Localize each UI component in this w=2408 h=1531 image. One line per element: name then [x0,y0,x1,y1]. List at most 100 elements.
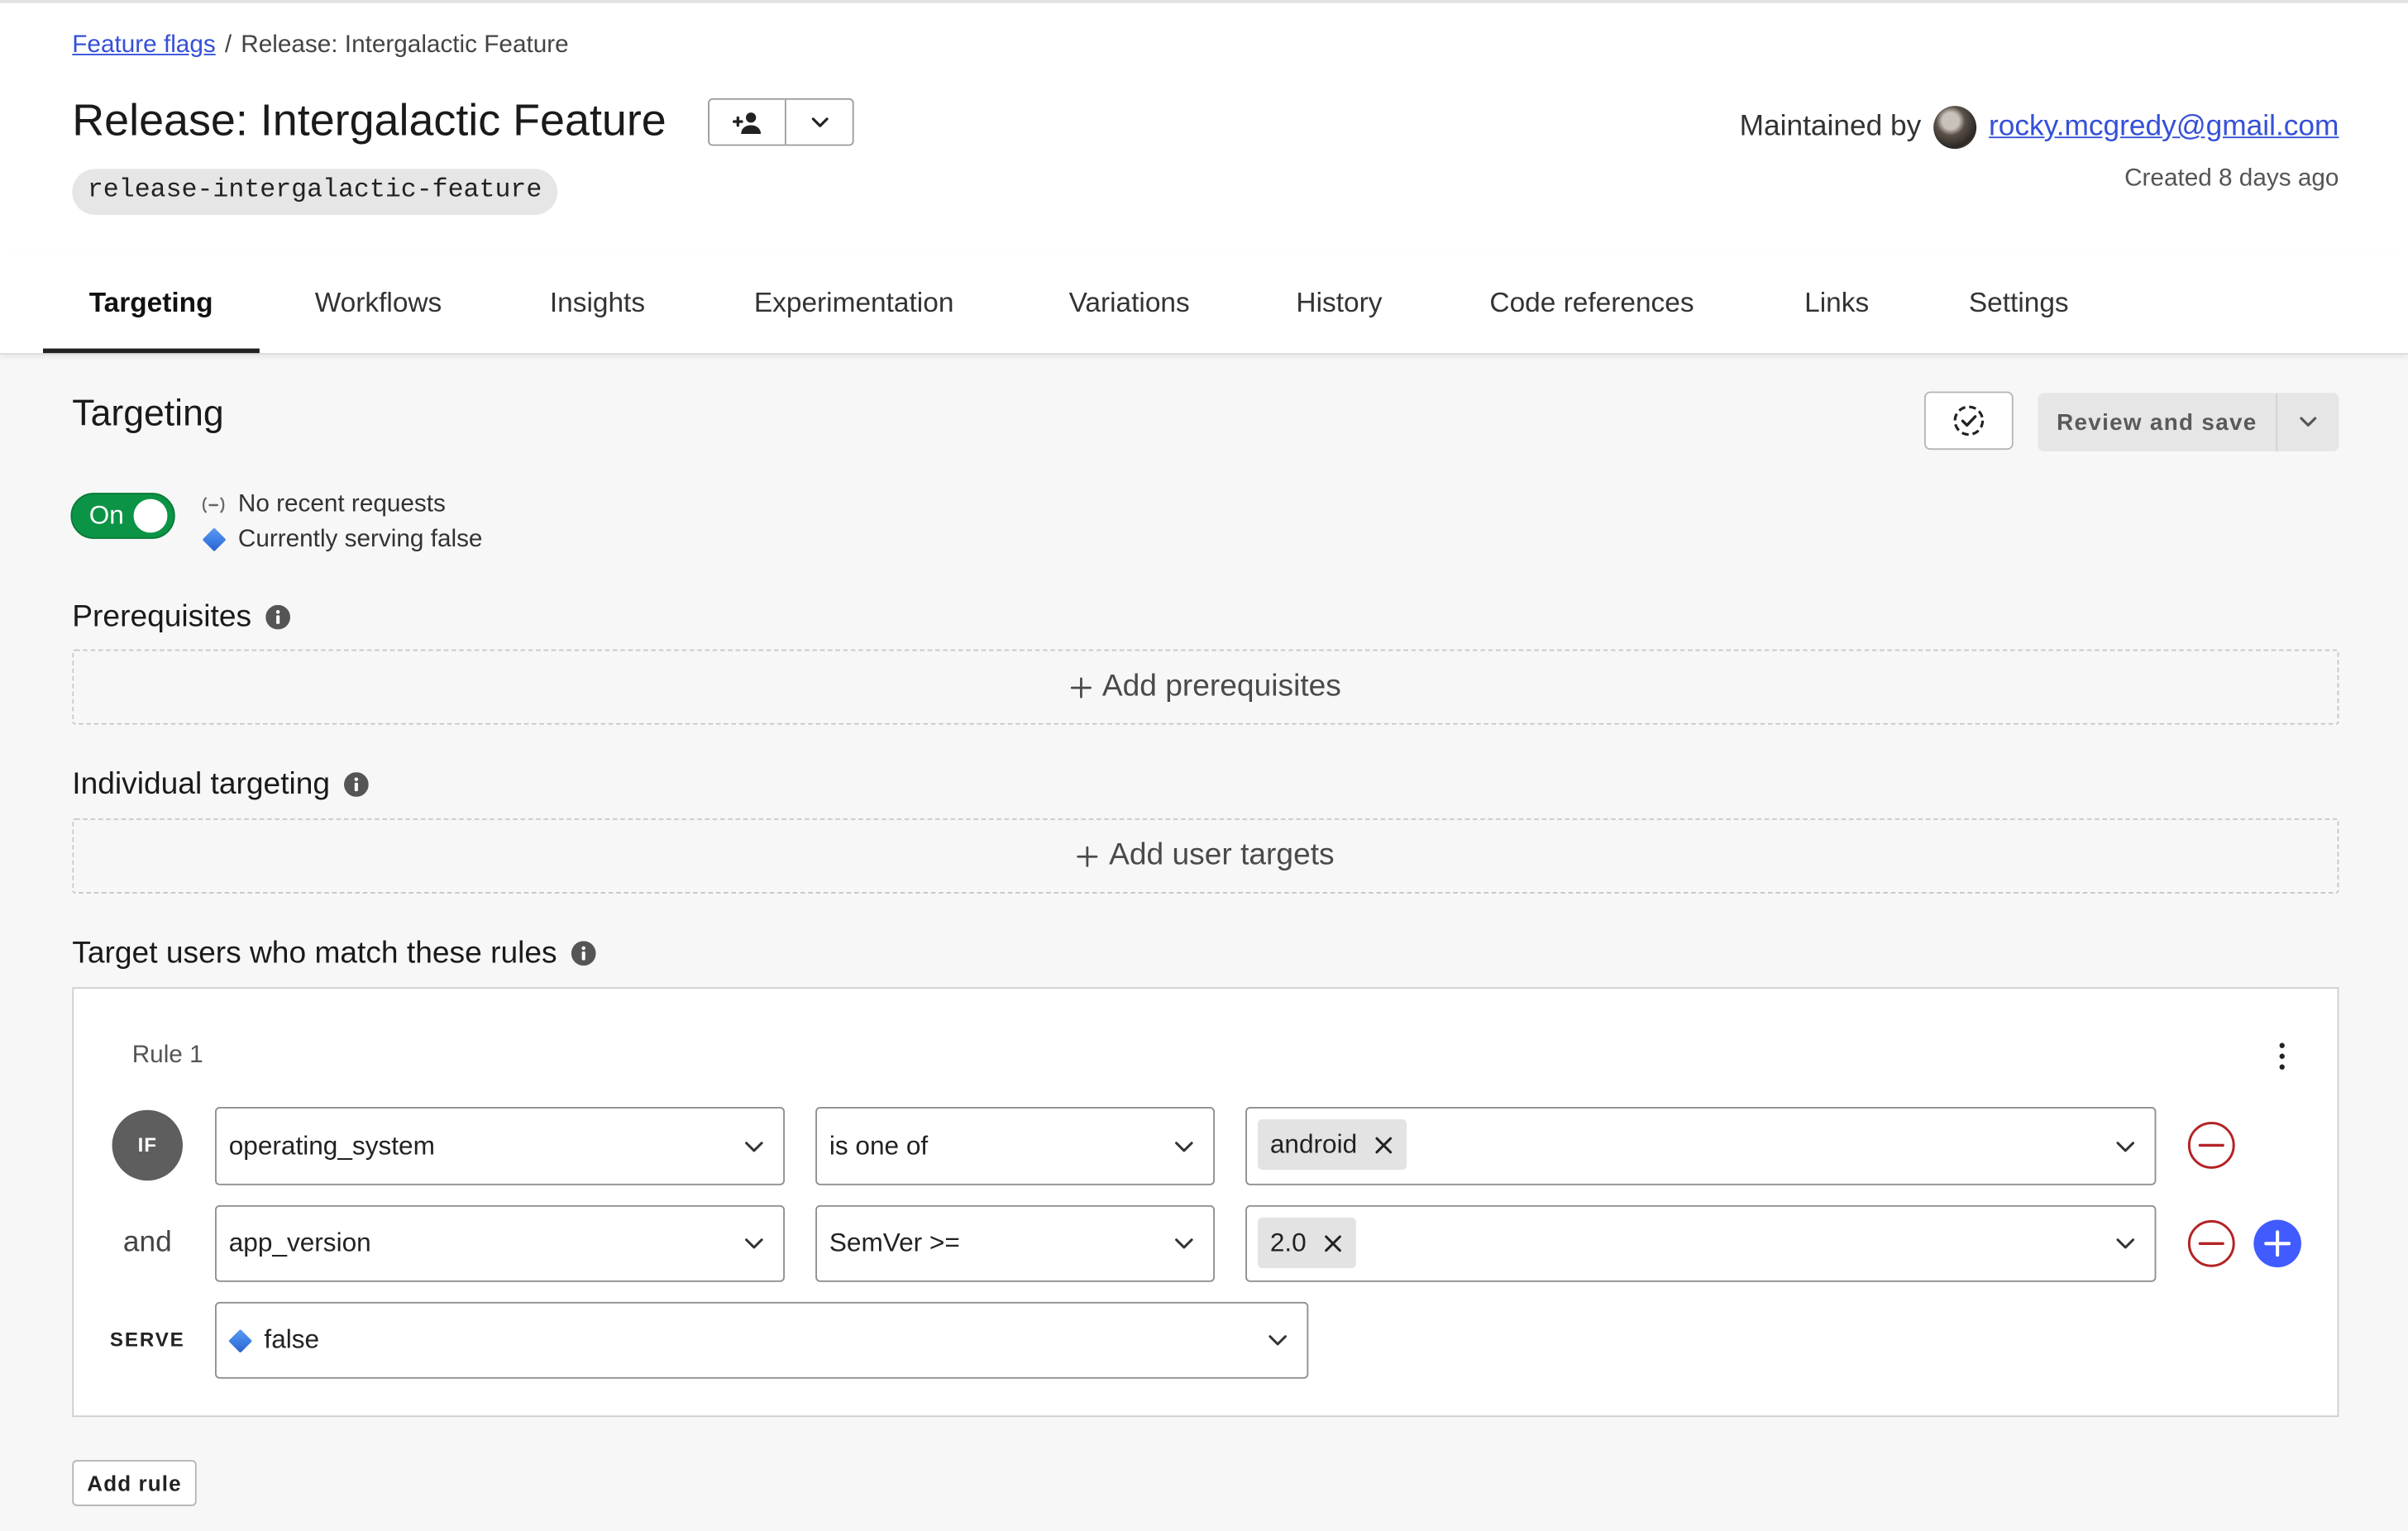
flag-key[interactable]: release-intergalactic-feature [72,169,557,215]
tab-targeting[interactable]: Targeting [42,253,259,354]
chevron-down-icon [1173,1135,1195,1157]
prerequisites-heading: Prerequisites [72,599,290,636]
tab-bar: Targeting Workflows Insights Experimenta… [0,253,2408,355]
minus-circle-icon [2187,1219,2236,1268]
created-date: Created 8 days ago [2124,165,2339,193]
chevron-down-icon [1267,1329,1288,1351]
diamond-icon [201,527,226,552]
info-icon[interactable] [265,604,290,630]
add-prerequisites-label: Add prerequisites [1101,669,1341,703]
status-requests-line: No recent requests [199,487,482,522]
feature-flag-page: Feature flags / Release: Intergalactic Fea… [0,0,2408,1531]
value-chip: 2.0 [1257,1217,1356,1268]
clause-operator-value: is one of [829,1131,929,1161]
status-serving-text: Currently serving false [237,526,483,552]
diamond-icon [228,1328,253,1352]
flag-status: No recent requests Currently serving fal… [199,487,482,557]
minus-circle-icon [2187,1121,2236,1170]
add-prerequisites-button[interactable]: Add prerequisites [72,649,2339,725]
kebab-menu-icon [2279,1042,2285,1070]
value-chip-label: 2.0 [1269,1227,1307,1257]
add-user-targets-label: Add user targets [1109,837,1335,872]
clause-operator-select[interactable]: is one of [815,1106,1215,1185]
serve-variation-value: false [264,1324,320,1354]
info-icon[interactable] [571,941,596,966]
tab-workflows[interactable]: Workflows [269,253,488,353]
flag-actions-dropdown-button[interactable] [786,99,853,145]
rule-label: Rule 1 [131,1042,203,1069]
close-icon[interactable] [1374,1135,1393,1153]
value-chip-label: android [1269,1128,1358,1159]
check-changes-button[interactable] [1923,391,2014,451]
clause-values-select[interactable]: 2.0 [1245,1204,2157,1282]
chevron-down-icon [743,1233,765,1254]
clause-values-select[interactable]: android [1245,1106,2157,1185]
remove-clause-button[interactable] [2187,1219,2236,1268]
chevron-down-icon [2299,416,2317,428]
add-clause-button[interactable] [2253,1219,2301,1268]
serve-variation: false [228,1304,320,1377]
maintained-by-label: Maintained by [1739,110,1922,143]
tab-history[interactable]: History [1250,253,1428,353]
review-and-save-button[interactable]: Review and save [2038,393,2277,451]
chevron-down-icon [1173,1233,1195,1254]
flag-header-button-group [708,98,854,146]
plus-icon [1077,845,1098,866]
serve-variation-select[interactable]: false [214,1301,1309,1379]
chevron-down-icon [2114,1135,2136,1157]
rules-heading: Target users who match these rules [72,935,596,972]
maintainer-email-link[interactable]: rocky.mcgredy@gmail.com [1989,111,2339,145]
info-icon[interactable] [343,772,369,797]
status-serving-line: Currently serving false [199,522,482,557]
add-maintainer-button[interactable] [709,99,786,145]
review-and-save-split-button: Review and save [2038,393,2339,451]
tab-insights[interactable]: Insights [504,253,691,353]
maintainer-info: Maintained by rocky.mcgredy@gmail.com [1739,106,2339,150]
prerequisites-heading-text: Prerequisites [72,600,252,634]
clause-operator-select[interactable]: SemVer >= [815,1204,1215,1282]
value-chip: android [1257,1118,1407,1171]
breadcrumb-current: Release: Intergalactic Feature [241,31,569,59]
clause-operator-value: SemVer >= [829,1228,960,1257]
rule-menu-button[interactable] [2267,1037,2297,1075]
breadcrumb-separator: / [224,31,232,59]
clause-attribute-value: operating_system [228,1131,435,1161]
close-icon[interactable] [1323,1233,1341,1252]
rules-heading-text: Target users who match these rules [72,936,557,971]
top-divider [0,0,2408,3]
targeting-heading: Targeting [72,393,224,435]
add-rule-button[interactable]: Add rule [72,1460,197,1506]
chevron-down-icon [2114,1233,2136,1254]
chevron-down-icon [810,116,829,128]
review-options-dropdown-button[interactable] [2276,393,2339,451]
remove-clause-button[interactable] [2187,1121,2236,1170]
tab-links[interactable]: Links [1758,253,1914,353]
tab-experimentation[interactable]: Experimentation [708,253,1000,353]
tab-code-references[interactable]: Code references [1444,253,1741,353]
check-circle-icon [1952,403,1985,437]
plus-icon [1070,676,1092,698]
add-user-targets-button[interactable]: Add user targets [72,818,2339,894]
page-title: Release: Intergalactic Feature [72,96,666,146]
tab-variations[interactable]: Variations [1023,253,1236,353]
chevron-down-icon [743,1135,765,1157]
status-requests-text: No recent requests [237,490,446,517]
tab-settings[interactable]: Settings [1923,253,2114,353]
toggle-label: On [88,500,124,530]
breadcrumb: Feature flags / Release: Intergalactic Fea… [72,31,568,61]
serve-label: SERVE [109,1328,185,1352]
clause-attribute-select[interactable]: app_version [214,1204,785,1282]
serving-diamond-wrap [199,527,227,552]
rule-card: Rule 1 IF operating_system is one of and… [72,987,2339,1418]
avatar [1933,106,1977,150]
clause-attribute-select[interactable]: operating_system [214,1106,785,1185]
individual-targeting-heading: Individual targeting [72,766,369,804]
page-header: Feature flags / Release: Intergalactic Fea… [0,0,2408,355]
and-label: and [122,1226,172,1259]
targeting-toggle[interactable]: On [70,493,175,539]
if-badge: IF [112,1109,183,1181]
toggle-knob [133,498,168,533]
breadcrumb-feature-flags-link[interactable]: Feature flags [72,32,215,59]
individual-targeting-heading-text: Individual targeting [72,767,331,802]
plus-circle-icon [2253,1219,2301,1268]
